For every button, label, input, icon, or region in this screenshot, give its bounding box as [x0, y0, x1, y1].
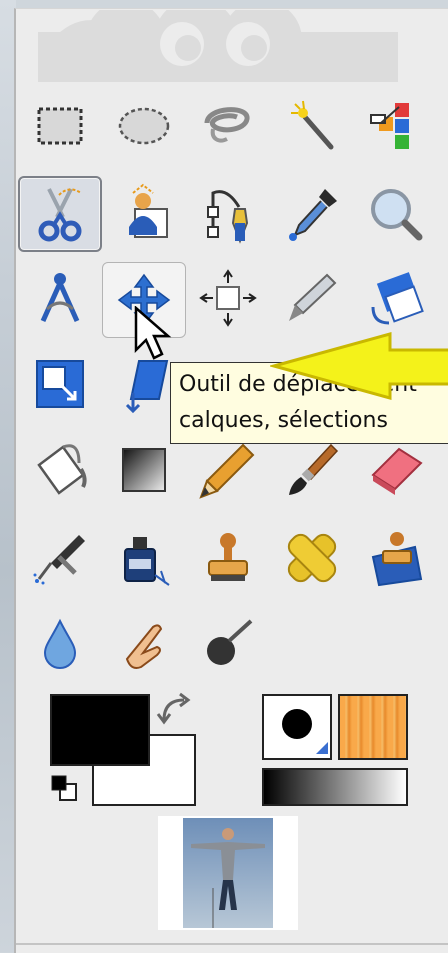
magnifier-icon — [371, 189, 423, 241]
tool-select-by-color[interactable] — [354, 88, 438, 164]
foreground-select-icon — [129, 183, 168, 238]
paintbrush-icon — [289, 443, 339, 495]
pattern-preview[interactable] — [338, 694, 408, 760]
tool-perspective-clone[interactable] — [354, 520, 438, 596]
ink-icon — [124, 537, 170, 586]
brush-dot-icon — [282, 709, 328, 754]
tooltip-line-2: calques, sélections — [179, 408, 388, 433]
tool-fuzzy-select[interactable] — [270, 88, 354, 164]
tool-crop[interactable] — [270, 260, 354, 336]
ellipse-select-icon — [118, 107, 170, 145]
smudge-finger-icon — [125, 624, 163, 669]
tool-rect-select[interactable] — [18, 88, 102, 164]
tool-foreground-select[interactable] — [102, 176, 186, 252]
scissors-icon — [38, 188, 82, 242]
tool-color-picker[interactable] — [270, 176, 354, 252]
eyedropper-icon — [289, 189, 337, 241]
gimp-logo-header — [38, 10, 398, 82]
scale-icon — [36, 360, 84, 408]
tool-dodge-burn[interactable] — [186, 606, 270, 682]
swap-colors-icon[interactable] — [156, 690, 196, 730]
tool-align[interactable] — [186, 260, 270, 336]
gradient-preview[interactable] — [262, 768, 408, 806]
annotation-arrow-icon — [270, 332, 448, 400]
eraser-icon — [371, 447, 423, 495]
bucket-icon — [37, 444, 87, 495]
tool-ink[interactable] — [102, 520, 186, 596]
foreground-color-swatch[interactable] — [50, 694, 150, 766]
image-preview-icon — [183, 818, 273, 928]
tool-rotate[interactable] — [354, 260, 438, 336]
window-divider — [16, 943, 448, 945]
drop-icon — [43, 618, 77, 669]
pencil-icon — [199, 443, 255, 499]
tool-ellipse-select[interactable] — [102, 88, 186, 164]
tool-zoom[interactable] — [354, 176, 438, 252]
color-select-icon — [370, 103, 409, 149]
tool-free-select[interactable] — [186, 88, 270, 164]
shear-icon — [125, 360, 169, 414]
mouse-cursor-icon — [134, 306, 172, 360]
compass-icon — [40, 273, 80, 323]
tool-smudge[interactable] — [102, 606, 186, 682]
tool-clone[interactable] — [186, 520, 270, 596]
tool-blur-sharpen[interactable] — [18, 606, 102, 682]
tool-heal[interactable] — [270, 520, 354, 596]
gradient-icon — [122, 448, 166, 492]
rotate-icon — [371, 272, 424, 325]
magic-wand-icon — [291, 100, 334, 150]
tool-bucket-fill[interactable] — [18, 432, 102, 508]
tool-measure[interactable] — [18, 260, 102, 336]
dodge-burn-icon — [207, 619, 253, 665]
paths-icon — [207, 190, 249, 244]
bandage-icon — [287, 533, 337, 583]
align-icon — [199, 269, 257, 327]
tool-airbrush[interactable] — [18, 520, 102, 596]
active-image-thumbnail[interactable] — [158, 816, 298, 930]
stamp-icon — [208, 533, 248, 581]
lasso-icon — [204, 107, 250, 143]
tool-scissors-select[interactable] — [18, 176, 102, 252]
default-colors-icon[interactable] — [50, 772, 80, 806]
brush-preview[interactable] — [262, 694, 332, 760]
airbrush-icon — [33, 535, 85, 585]
rect-select-icon — [37, 107, 83, 145]
tool-paths[interactable] — [186, 176, 270, 252]
crop-knife-icon — [289, 273, 337, 321]
perspective-stamp-icon — [371, 532, 423, 587]
tool-scale[interactable] — [18, 346, 102, 422]
